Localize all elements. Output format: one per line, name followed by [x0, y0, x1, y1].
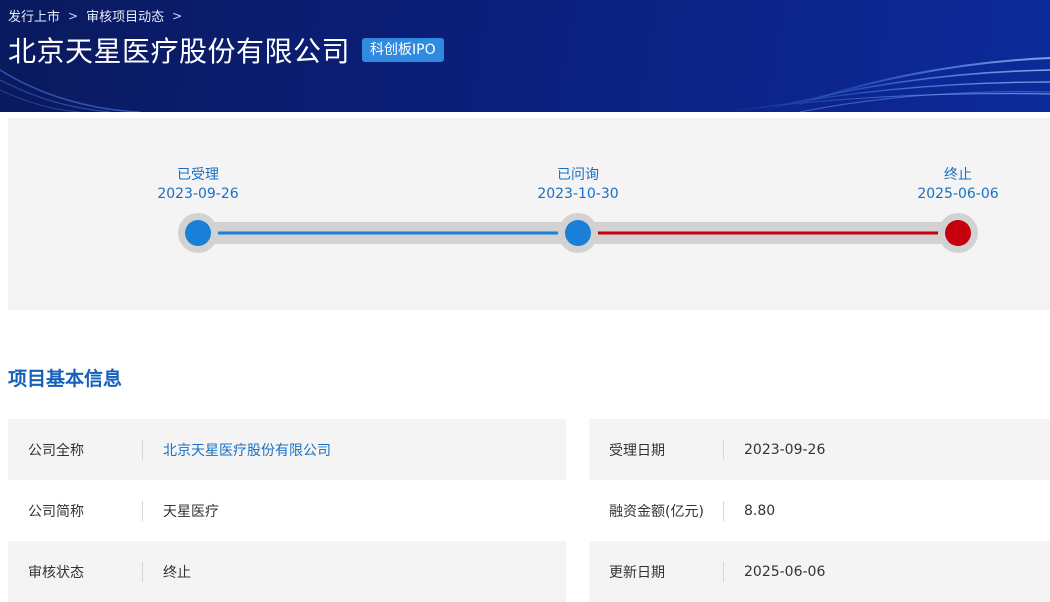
step-dot-terminated: [945, 220, 971, 246]
info-label: 融资金额(亿元): [609, 503, 704, 520]
info-label: 公司全称: [28, 442, 84, 459]
step-accepted-date: 2023-09-26: [157, 186, 239, 202]
header-banner: 发行上市 > 审核项目动态 > 北京天星医疗股份有限公司 科创板IPO: [0, 0, 1050, 112]
breadcrumb-separator-icon: >: [172, 8, 183, 23]
info-row-accept-date: 受理日期 2023-09-26: [589, 419, 1050, 480]
info-label: 更新日期: [609, 564, 665, 581]
board-badge: 科创板IPO: [362, 38, 444, 62]
breadcrumb-separator-icon: >: [68, 8, 79, 23]
info-label: 公司简称: [28, 503, 84, 520]
step-inquired: 已问询 2023-10-30: [518, 166, 638, 204]
info-row-short-name: 公司简称 天星医疗: [8, 480, 566, 541]
info-value: 8.80: [744, 502, 776, 519]
info-value: 2023-09-26: [744, 441, 826, 458]
company-full-name-link[interactable]: 北京天星医疗股份有限公司: [143, 440, 331, 460]
info-row-update-date: 更新日期 2025-06-06: [589, 541, 1050, 602]
info-value: 天星医疗: [163, 503, 219, 520]
step-terminated-date: 2025-06-06: [917, 186, 999, 202]
step-terminated: 终止 2025-06-06: [898, 166, 1018, 204]
info-label: 受理日期: [609, 442, 665, 459]
step-terminated-label: 终止: [944, 167, 972, 183]
breadcrumb: 发行上市 > 审核项目动态 >: [8, 6, 190, 26]
breadcrumb-item-issuance[interactable]: 发行上市: [8, 6, 60, 25]
info-row-financing-amount: 融资金额(亿元) 8.80: [589, 480, 1050, 541]
info-row-full-name: 公司全称 北京天星医疗股份有限公司: [8, 419, 566, 480]
info-value: 终止: [163, 564, 191, 581]
section-title: 项目基本信息: [8, 368, 123, 390]
info-label: 审核状态: [28, 564, 84, 581]
step-dot-inquired: [565, 220, 591, 246]
step-accepted: 已受理 2023-09-26: [138, 166, 258, 204]
progress-timeline: [178, 213, 978, 253]
review-progress-panel: 已受理 2023-09-26 已问询 2023-10-30 终止 2025-06…: [8, 118, 1050, 310]
info-row-review-status: 审核状态 终止: [8, 541, 566, 602]
step-inquired-label: 已问询: [557, 167, 599, 183]
info-value: 2025-06-06: [744, 563, 826, 580]
breadcrumb-item-review-dynamics[interactable]: 审核项目动态: [86, 6, 164, 25]
page-title: 北京天星医疗股份有限公司: [8, 35, 351, 68]
step-dot-accepted: [185, 220, 211, 246]
step-inquired-date: 2023-10-30: [537, 186, 619, 202]
title-row: 北京天星医疗股份有限公司 科创板IPO: [8, 30, 444, 70]
step-accepted-label: 已受理: [177, 167, 219, 183]
